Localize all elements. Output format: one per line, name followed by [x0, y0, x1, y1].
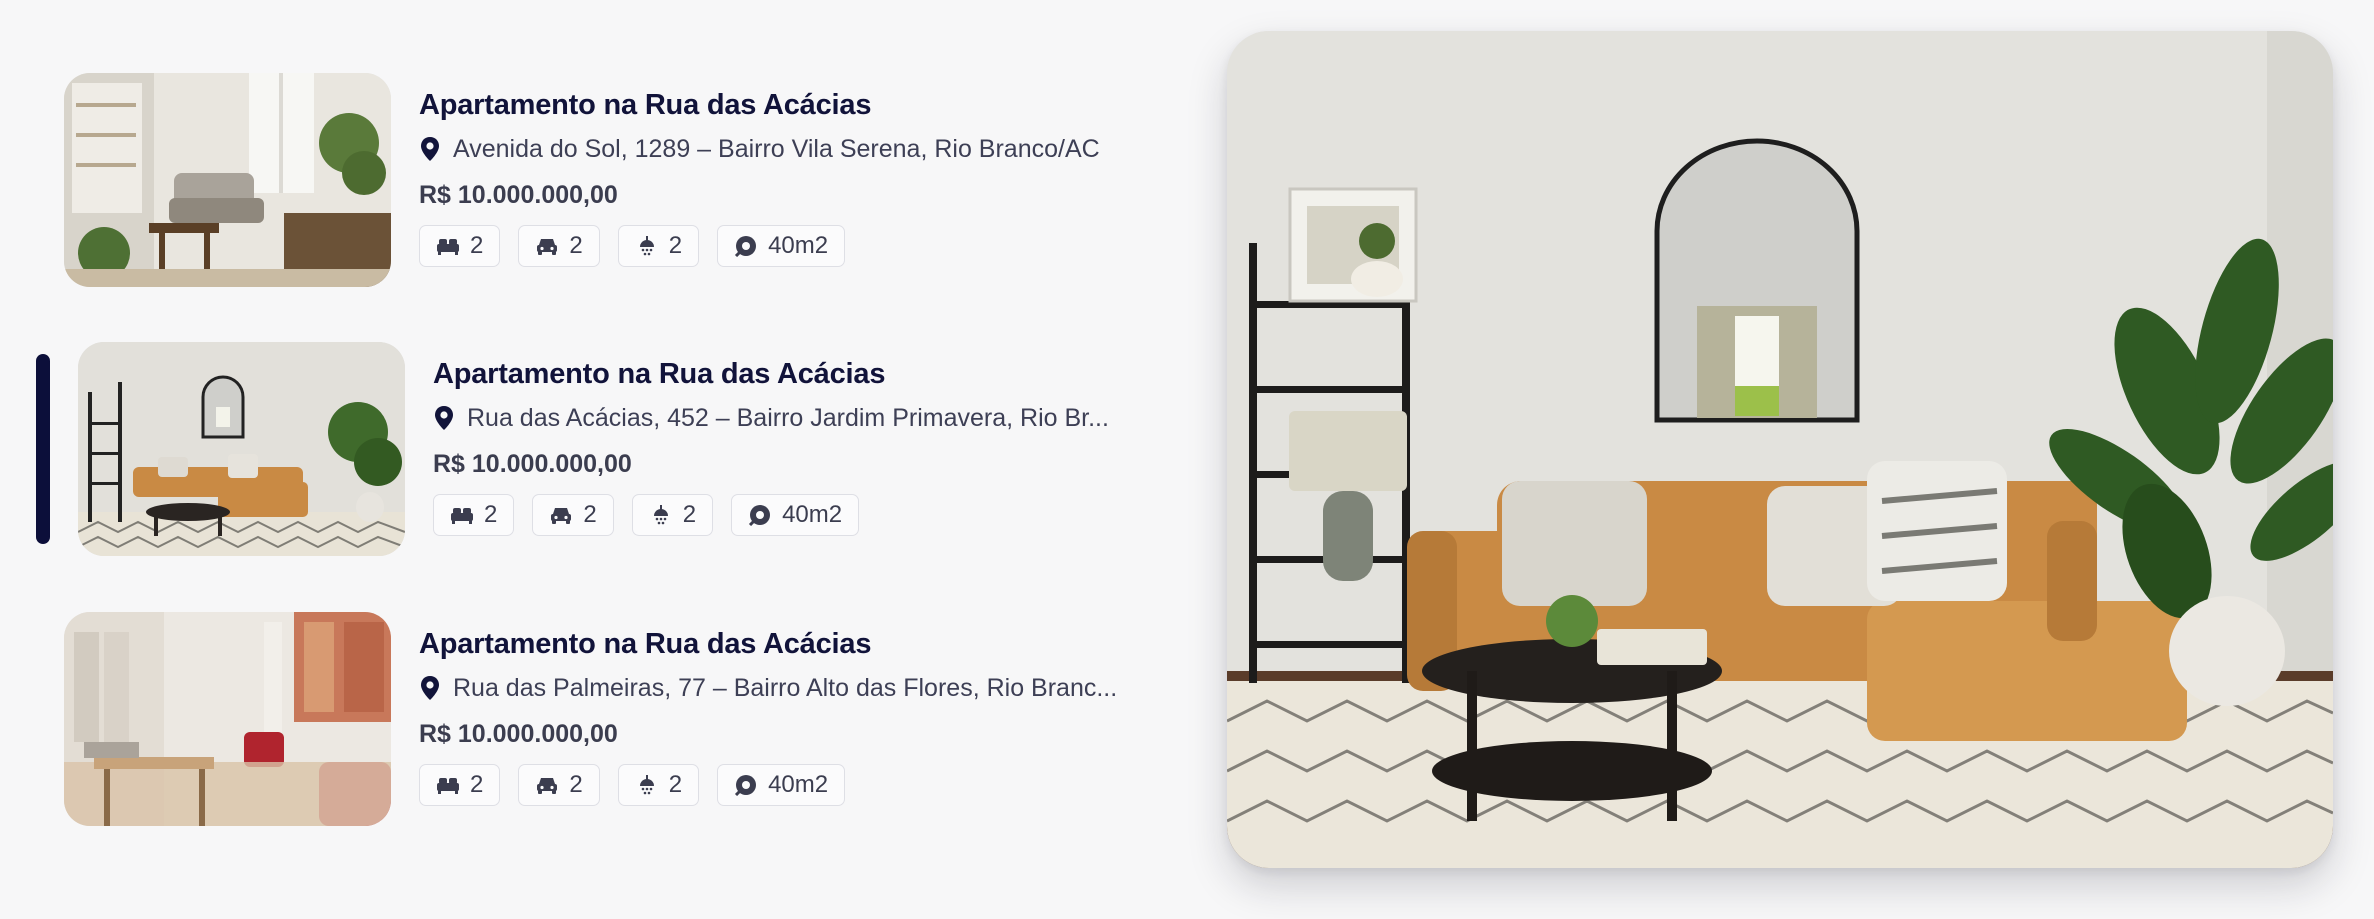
bathrooms-badge: 2	[617, 764, 700, 806]
listing-price: R$ 10.000.000,00	[433, 450, 632, 478]
listing-address-text: Rua das Acácias, 452 – Bairro Jardim Pri…	[467, 403, 1109, 432]
listing-thumbnail[interactable]	[64, 73, 391, 287]
area-value: 40m2	[782, 501, 843, 528]
bed-icon	[437, 239, 459, 255]
area-badge: 40m2	[731, 494, 860, 536]
listing-thumbnail[interactable]	[64, 612, 391, 826]
listing-price: R$ 10.000.000,00	[419, 181, 618, 209]
property-list: Apartamento na Rua das Acácias Avenida d…	[0, 0, 1180, 919]
area-icon	[735, 775, 757, 796]
listing-title[interactable]: Apartamento na Rua das Acácias	[433, 354, 1173, 394]
listing-info: Apartamento na Rua das Acácias Avenida d…	[419, 85, 1159, 267]
parking-value: 2	[583, 501, 597, 528]
bathrooms-value: 2	[668, 232, 683, 259]
parking-badge: 2	[518, 225, 600, 267]
location-pin-icon	[421, 676, 439, 700]
bathrooms-badge: 2	[631, 494, 714, 536]
area-icon	[749, 505, 771, 526]
featured-property-image[interactable]	[1227, 31, 2333, 868]
listing-features: 2 2 2 40m2	[419, 225, 1159, 267]
area-badge: 40m2	[717, 764, 846, 806]
car-icon	[537, 778, 558, 794]
area-value: 40m2	[768, 232, 829, 259]
listing-address-text: Avenida do Sol, 1289 – Bairro Vila Seren…	[453, 134, 1100, 163]
bedrooms-badge: 2	[433, 494, 515, 536]
shower-icon	[639, 775, 654, 795]
listing-info: Apartamento na Rua das Acácias Rua das P…	[419, 624, 1159, 806]
car-icon	[551, 508, 572, 524]
listing-title[interactable]: Apartamento na Rua das Acácias	[419, 624, 1159, 664]
area-icon	[735, 236, 757, 257]
area-badge: 40m2	[717, 225, 846, 267]
shower-icon	[639, 236, 654, 256]
listing-card-selected[interactable]: Apartamento na Rua das Acácias Rua das A…	[36, 342, 1178, 556]
listing-features: 2 2 2 40m2	[433, 494, 1173, 536]
parking-value: 2	[569, 771, 583, 798]
listing-address: Avenida do Sol, 1289 – Bairro Vila Seren…	[419, 131, 1159, 167]
bathrooms-badge: 2	[617, 225, 700, 267]
bathrooms-value: 2	[682, 501, 697, 528]
bedrooms-badge: 2	[419, 225, 501, 267]
bedrooms-badge: 2	[419, 764, 501, 806]
listing-price: R$ 10.000.000,00	[419, 720, 618, 748]
bed-icon	[451, 508, 473, 524]
bedrooms-value: 2	[470, 232, 484, 259]
selected-indicator	[36, 354, 50, 544]
listing-thumbnail[interactable]	[78, 342, 405, 556]
bathrooms-value: 2	[668, 771, 683, 798]
parking-badge: 2	[518, 764, 600, 806]
location-pin-icon	[421, 137, 439, 161]
shower-icon	[653, 505, 668, 525]
bed-icon	[437, 778, 459, 794]
listing-card[interactable]: Apartamento na Rua das Acácias Rua das P…	[64, 612, 1164, 826]
listing-info: Apartamento na Rua das Acácias Rua das A…	[433, 354, 1173, 536]
car-icon	[537, 239, 558, 255]
listing-card[interactable]: Apartamento na Rua das Acácias Avenida d…	[64, 73, 1164, 287]
listing-features: 2 2 2 40m2	[419, 764, 1159, 806]
listing-address: Rua das Acácias, 452 – Bairro Jardim Pri…	[433, 400, 1173, 436]
bedrooms-value: 2	[470, 771, 484, 798]
listing-address-text: Rua das Palmeiras, 77 – Bairro Alto das …	[453, 673, 1118, 702]
parking-value: 2	[569, 232, 583, 259]
listing-address: Rua das Palmeiras, 77 – Bairro Alto das …	[419, 670, 1159, 706]
location-pin-icon	[435, 406, 453, 430]
parking-badge: 2	[532, 494, 614, 536]
bedrooms-value: 2	[484, 501, 498, 528]
listing-title[interactable]: Apartamento na Rua das Acácias	[419, 85, 1159, 125]
area-value: 40m2	[768, 771, 829, 798]
